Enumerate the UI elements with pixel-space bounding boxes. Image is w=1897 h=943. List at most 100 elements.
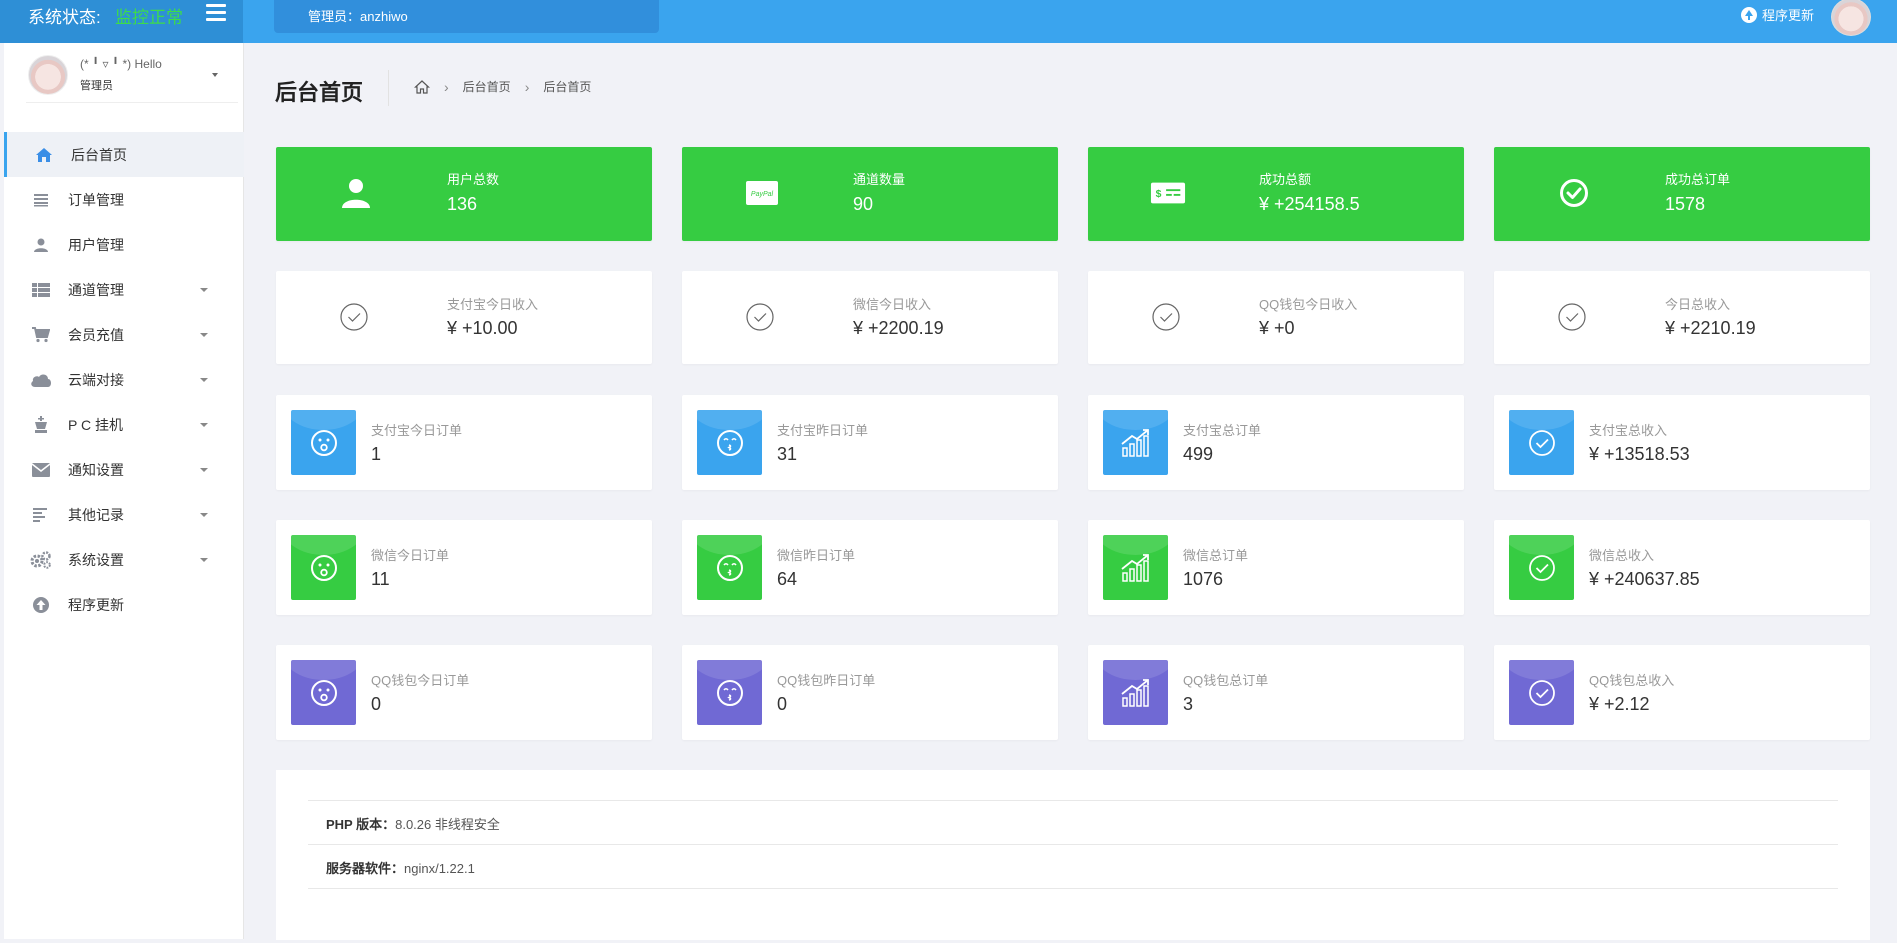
home-icon[interactable] — [414, 79, 430, 94]
chevron-down-icon[interactable] — [212, 73, 218, 77]
chevron-down-icon — [200, 287, 208, 292]
sidebar-item-label: 订单管理 — [68, 191, 124, 208]
admin-info: 管理员：anzhiwo — [274, 0, 659, 33]
check-circle-outline-icon — [1509, 535, 1574, 600]
card-label: 微信总订单 — [1183, 548, 1249, 563]
card-value: 1076 — [1183, 569, 1224, 589]
card-label: 支付宝今日订单 — [371, 423, 463, 438]
sidebar-nav: 后台首页 订单管理 用户管理 通道管理 会员充值 云端对接 P C 挂机 通知设… — [4, 132, 244, 627]
breadcrumb-item: 后台首页 — [543, 80, 592, 94]
check-circle-outline-icon — [1557, 302, 1587, 332]
user-role: 管理员 — [80, 80, 113, 92]
stat-card-wechat-yesterday-orders: 微信昨日订单 64 — [682, 520, 1058, 615]
arrow-circle-up-icon — [1741, 6, 1757, 23]
sidebar-item-label: 会员充值 — [68, 326, 124, 343]
card-label: 微信今日订单 — [371, 548, 450, 563]
bar-chart-up-icon — [1103, 410, 1168, 475]
sidebar-item-label: 云端对接 — [68, 371, 124, 388]
income-card-alipay: 支付宝今日收入 ¥ +10.00 — [276, 271, 652, 364]
card-label: 支付宝昨日订单 — [777, 423, 869, 438]
sidebar-item-pc-hangup[interactable]: P C 挂机 — [4, 402, 244, 447]
chevron-down-icon — [200, 467, 208, 472]
card-value: 3 — [1183, 694, 1194, 714]
breadcrumb: › 后台首页 › 后台首页 — [414, 78, 591, 95]
card-label: 今日总收入 — [1665, 297, 1731, 312]
divider — [308, 888, 1838, 889]
card-label: 微信总收入 — [1589, 548, 1655, 563]
card-label: 用户总数 — [447, 172, 500, 187]
card-label: 通道数量 — [853, 172, 906, 187]
summary-card-amount: $ 成功总额 ¥ +254158.5 — [1088, 147, 1464, 241]
card-label: 支付宝总订单 — [1183, 423, 1262, 438]
stat-card-wechat-total-orders: 微信总订单 1076 — [1088, 520, 1464, 615]
card-label: QQ钱包今日收入 — [1259, 297, 1358, 312]
card-value: ¥ +13518.53 — [1589, 444, 1690, 464]
card-value: 136 — [447, 194, 478, 214]
paypal-icon: PayPal — [744, 175, 780, 211]
user-icon — [30, 234, 52, 256]
gears-icon — [30, 549, 52, 571]
check-circle-outline-icon — [1509, 410, 1574, 475]
card-value: ¥ +240637.85 — [1589, 569, 1700, 589]
grid-icon — [30, 279, 52, 301]
sidebar-item-orders[interactable]: 订单管理 — [4, 177, 244, 222]
card-value: ¥ +2210.19 — [1665, 318, 1756, 338]
surprised-face-icon — [291, 535, 356, 600]
chevron-down-icon — [200, 422, 208, 427]
envelope-icon — [30, 459, 52, 481]
top-bar: 系统状态: 监控正常 管理员：anzhiwo 程序更新 — [0, 0, 1897, 43]
chess-king-icon — [30, 414, 52, 436]
sidebar-item-label: 系统设置 — [68, 551, 124, 568]
server-info-panel: PHP 版本：8.0.26 非线程安全 服务器软件：nginx/1.22.1 — [276, 770, 1870, 940]
program-update-link[interactable]: 程序更新 — [1741, 5, 1814, 24]
sidebar-item-label: P C 挂机 — [68, 416, 123, 433]
top-avatar[interactable] — [1831, 0, 1871, 36]
align-left-icon — [30, 504, 52, 526]
card-label: QQ钱包今日订单 — [371, 673, 470, 688]
sidebar-item-label: 程序更新 — [68, 596, 124, 613]
user-panel: (* ╹ ▿ ╹ *) Hello 管理员 — [26, 53, 238, 103]
chevron-right-icon: › — [524, 78, 530, 95]
sidebar-item-update[interactable]: 程序更新 — [4, 582, 244, 627]
kiss-face-icon — [697, 535, 762, 600]
title-divider — [388, 70, 389, 106]
income-card-total: 今日总收入 ¥ +2210.19 — [1494, 271, 1870, 364]
sidebar-item-cloud[interactable]: 云端对接 — [4, 357, 244, 402]
avatar — [28, 55, 68, 95]
chevron-down-icon — [200, 557, 208, 562]
page-title: 后台首页 — [275, 80, 364, 105]
card-label: QQ钱包昨日订单 — [777, 673, 876, 688]
check-circle-outline-icon — [1509, 660, 1574, 725]
sidebar-item-users[interactable]: 用户管理 — [4, 222, 244, 267]
sidebar-item-channels[interactable]: 通道管理 — [4, 267, 244, 312]
card-label: QQ钱包总收入 — [1589, 673, 1675, 688]
summary-card-orders: 成功总订单 1578 — [1494, 147, 1870, 241]
card-value: 64 — [777, 569, 798, 589]
menu-toggle-icon[interactable] — [206, 4, 226, 22]
card-label: 支付宝今日收入 — [447, 297, 539, 312]
sidebar-item-notify[interactable]: 通知设置 — [4, 447, 244, 492]
cart-icon — [30, 324, 52, 346]
summary-card-channels: PayPal 通道数量 90 — [682, 147, 1058, 241]
stat-card-alipay-yesterday-orders: 支付宝昨日订单 31 — [682, 395, 1058, 490]
system-status-value: 监控正常 — [115, 8, 183, 27]
sidebar-item-settings[interactable]: 系统设置 — [4, 537, 244, 582]
system-status-label: 系统状态: — [28, 8, 101, 27]
breadcrumb-item[interactable]: 后台首页 — [463, 78, 511, 95]
sidebar-item-records[interactable]: 其他记录 — [4, 492, 244, 537]
sidebar-item-home[interactable]: 后台首页 — [4, 132, 244, 177]
summary-card-users: 用户总数 136 — [276, 147, 652, 241]
user-greeting: (* ╹ ▿ ╹ *) Hello — [80, 57, 162, 71]
sidebar-item-label: 通道管理 — [68, 281, 124, 298]
card-value: 90 — [853, 194, 874, 214]
server-software-label: 服务器软件： — [326, 861, 405, 876]
card-value: 0 — [777, 694, 788, 714]
cloud-icon — [30, 369, 52, 391]
sidebar-item-recharge[interactable]: 会员充值 — [4, 312, 244, 357]
check-circle-icon — [1556, 175, 1592, 211]
chevron-down-icon — [200, 512, 208, 517]
server-software-value: nginx/1.22.1 — [404, 861, 475, 876]
brand-area: 系统状态: 监控正常 — [0, 0, 243, 43]
card-value: ¥ +2.12 — [1589, 694, 1650, 714]
svg-text:PayPal: PayPal — [751, 191, 774, 198]
